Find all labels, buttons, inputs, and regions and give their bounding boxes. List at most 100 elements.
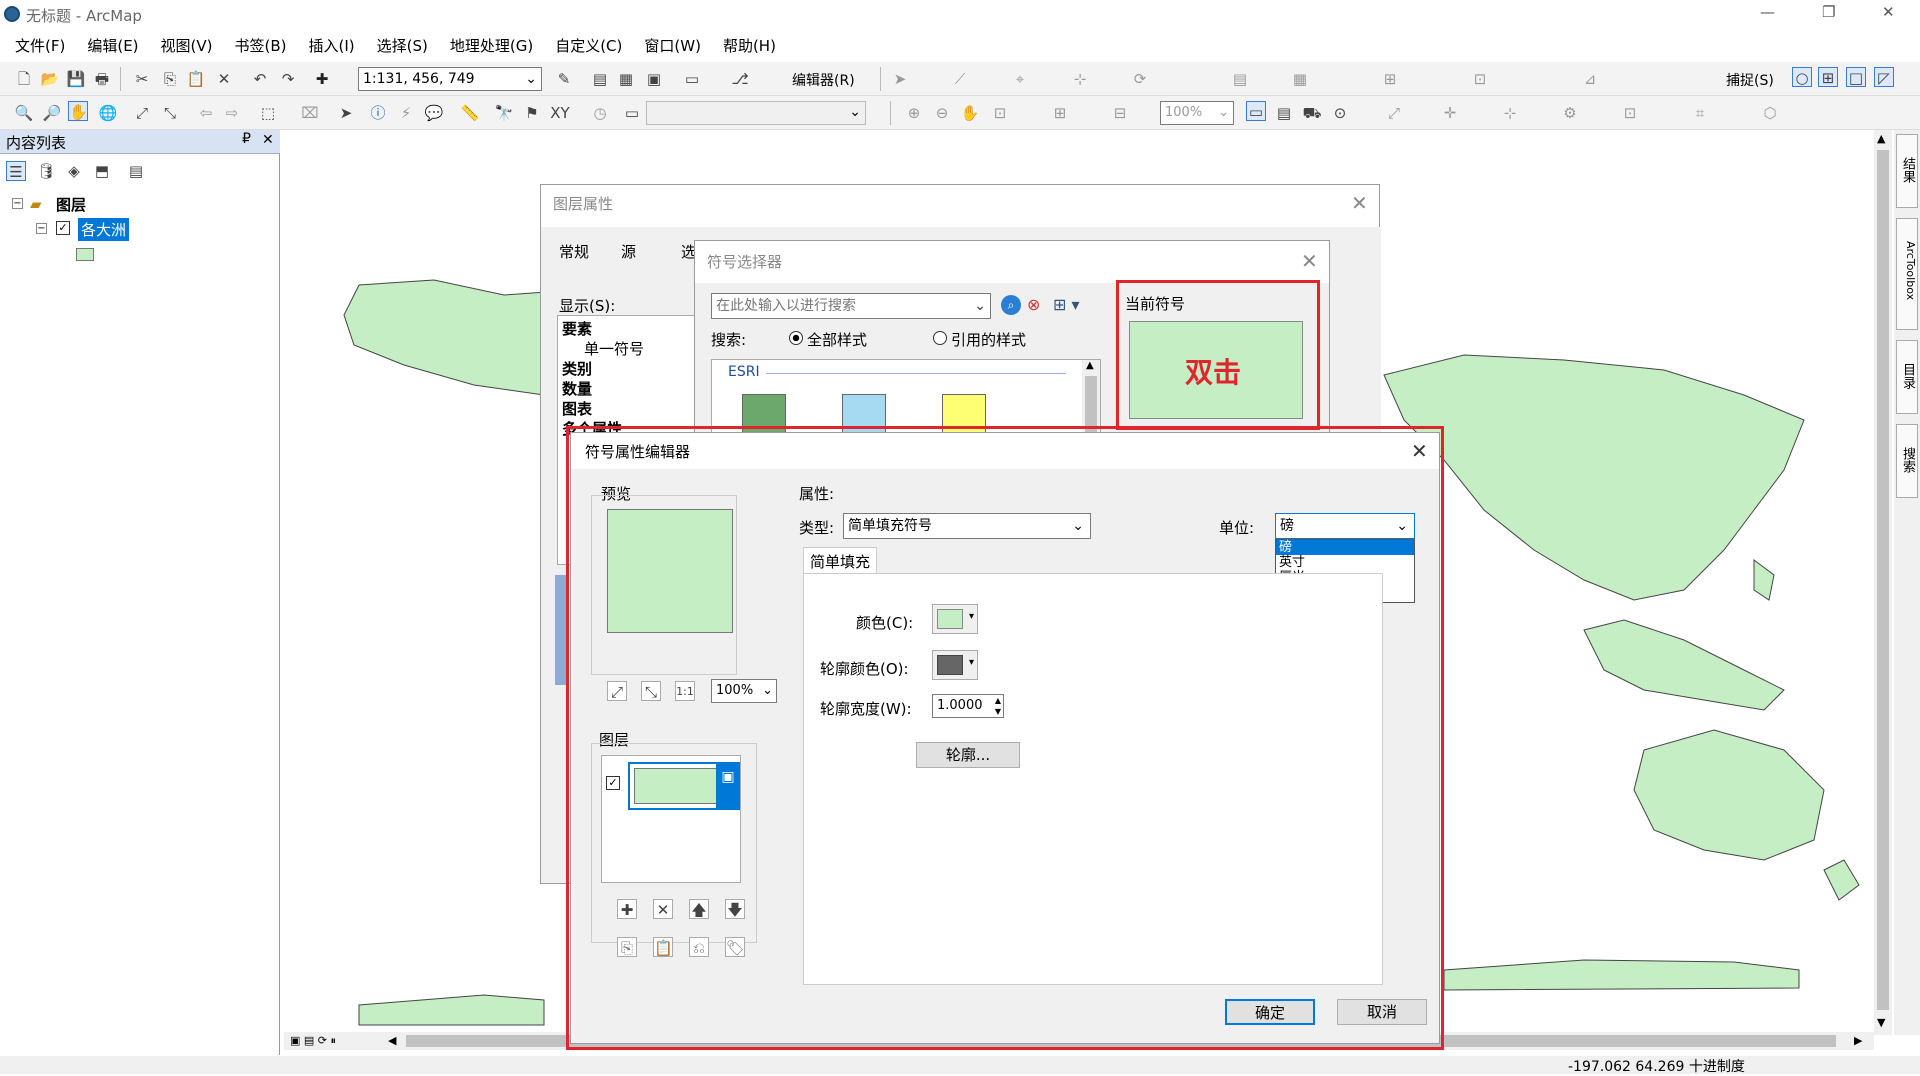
model-builder-icon[interactable]: ⎇ [730, 69, 750, 89]
cogo-icon[interactable]: ⌗ [1690, 103, 1710, 123]
new-document-icon[interactable]: 🗋 [14, 69, 34, 89]
split-icon[interactable]: ⊹ [1070, 69, 1090, 89]
layout-view-icon[interactable]: ▣ ▤ ⟳ ⏸ [290, 1034, 336, 1048]
restore-button[interactable]: ❐ [1822, 3, 1835, 21]
tree-collapse-layer-icon[interactable]: − [36, 223, 47, 234]
parcel-icon[interactable]: ⚙ [1560, 103, 1580, 123]
georef-zoom-icon[interactable]: ⊕ [904, 103, 924, 123]
toolbox-icon[interactable]: ▣ [644, 69, 664, 89]
zoom-in-icon[interactable]: 🔍 [14, 103, 34, 123]
redo-icon[interactable]: ↷ [278, 69, 298, 89]
spatial-adjust-icon[interactable]: ⬡ [1760, 103, 1780, 123]
data-driven-icon[interactable]: ⊙ [1330, 103, 1350, 123]
tree-categories[interactable]: 类别 [562, 358, 592, 379]
end-snap-icon[interactable]: ⊞ [1818, 67, 1838, 87]
layout-zoom-out-icon[interactable]: ⊡ [990, 103, 1010, 123]
radio-referenced-styles[interactable] [933, 331, 947, 345]
list-by-selection-icon[interactable]: ⬒ [92, 161, 112, 181]
dock-tab-results[interactable]: 结果 [1896, 134, 1918, 208]
tree-single-symbol[interactable]: 单一符号 [584, 338, 644, 359]
options-icon[interactable]: ▤ [126, 161, 146, 181]
print-icon[interactable]: 🖶 [92, 69, 112, 89]
viewer-icon[interactable]: ▭ [622, 103, 642, 123]
clear-selection-icon[interactable]: ⌧ [300, 103, 320, 123]
change-layout-icon[interactable]: ⛟ [1302, 103, 1322, 123]
html-popup-icon[interactable]: 💬 [424, 103, 444, 123]
scroll-up-icon[interactable]: ▲ [1877, 132, 1885, 145]
menu-geoprocessing[interactable]: 地理处理(G) [439, 31, 544, 60]
zoom-out-icon[interactable]: 🔎 [42, 103, 62, 123]
undo-icon[interactable]: ↶ [250, 69, 270, 89]
python-icon[interactable]: ▭ [682, 69, 702, 89]
sketch-props-icon[interactable]: ▦ [1290, 69, 1310, 89]
scroll-thumb-v[interactable] [1877, 150, 1889, 1010]
fixed-zoom-in-icon[interactable]: ⤢ [132, 103, 152, 123]
menu-view[interactable]: 视图(V) [150, 31, 224, 60]
tab-general[interactable]: 常规 [559, 241, 589, 262]
symbol-search-input[interactable]: 在此处输入以进行搜索 ⌄ [711, 293, 991, 319]
open-icon[interactable]: 📂 [40, 69, 60, 89]
topo-edit-icon[interactable]: ⤢ [1384, 103, 1404, 123]
layer-combo[interactable]: ⌄ [646, 101, 866, 125]
back-icon[interactable]: ⇦ [196, 103, 216, 123]
reshape-icon[interactable]: ⌖ [1010, 69, 1030, 89]
clear-search-icon[interactable]: ⊗ [1027, 295, 1040, 314]
select-features-icon[interactable]: ⬚ [258, 103, 278, 123]
georef-icon[interactable]: ⊡ [1470, 69, 1490, 89]
radio-referenced-styles-label[interactable]: 引用的样式 [951, 329, 1026, 350]
straight-segment-icon[interactable]: ⟋ [950, 69, 970, 89]
layout-full-icon[interactable]: ⊞ [1050, 103, 1070, 123]
toggle-draft-icon[interactable]: ▭ [1246, 101, 1266, 121]
measure-icon[interactable]: 📏 [460, 103, 480, 123]
dock-tab-arctoolbox[interactable]: ArcToolbox [1896, 218, 1918, 330]
scroll-left-icon[interactable]: ◀ [388, 1034, 396, 1047]
radio-all-styles[interactable] [789, 331, 803, 345]
topology-icon[interactable]: ⊞ [1380, 69, 1400, 89]
menu-customize[interactable]: 自定义(C) [544, 31, 633, 60]
edit-tool-icon[interactable]: ➤ [890, 69, 910, 89]
menu-windows[interactable]: 窗口(W) [633, 31, 712, 60]
select-elements-icon[interactable]: ➤ [336, 103, 356, 123]
layer-symbol-swatch[interactable] [76, 248, 94, 261]
editor-toolbar-icon[interactable]: ✎ [554, 69, 574, 89]
tree-charts[interactable]: 图表 [562, 398, 592, 419]
layout-zoom-combo[interactable]: 100% ⌄ [1160, 101, 1234, 125]
minimize-button[interactable]: — [1760, 3, 1775, 21]
utility-icon[interactable]: ⊡ [1620, 103, 1640, 123]
menu-selection[interactable]: 选择(S) [366, 31, 439, 60]
pan-icon[interactable]: ✋ [68, 101, 88, 121]
point-snap-icon[interactable]: ○ [1792, 67, 1812, 87]
tree-features[interactable]: 要素 [562, 318, 592, 339]
tab-source[interactable]: 源 [621, 241, 636, 262]
find-icon[interactable]: 🔭 [494, 103, 514, 123]
advanced-edit-icon[interactable]: ⊿ [1580, 69, 1600, 89]
tree-quantities[interactable]: 数量 [562, 378, 592, 399]
fixed-zoom-out-icon[interactable]: ⤡ [160, 103, 180, 123]
layout-zoom-in-icon[interactable]: ✋ [960, 103, 980, 123]
save-icon[interactable]: 💾 [66, 69, 86, 89]
georef-pan-icon[interactable]: ⊖ [932, 103, 952, 123]
scroll-down-icon[interactable]: ▼ [1877, 1016, 1885, 1029]
paste-icon[interactable]: 📋 [186, 69, 206, 89]
goto-xy-icon[interactable]: XY [550, 103, 570, 123]
scroll-right-icon[interactable]: ▶ [1854, 1034, 1862, 1047]
snapping-menu[interactable]: 捕捉(S) [1726, 70, 1774, 90]
edge-snap-icon[interactable]: ◸ [1874, 67, 1894, 87]
list-by-drawing-order-icon[interactable]: ☰ [6, 161, 26, 181]
menu-bookmarks[interactable]: 书签(B) [224, 31, 298, 60]
identify-icon[interactable]: ⓘ [368, 103, 388, 123]
search-icon[interactable]: ⌕ [1001, 295, 1021, 315]
attributes-icon[interactable]: ▤ [1230, 69, 1250, 89]
focus-frame-icon[interactable]: ▤ [1274, 103, 1294, 123]
close-window-button[interactable]: ✕ [1882, 3, 1895, 21]
scale-combo[interactable]: 1:131, 456, 749 ⌄ [358, 67, 542, 91]
layer-props-close-button[interactable]: ✕ [1351, 191, 1368, 215]
list-by-visibility-icon[interactable]: ◈ [64, 161, 84, 181]
delete-icon[interactable]: ✕ [214, 69, 234, 89]
vertical-scrollbar[interactable]: ▲ ▼ [1874, 130, 1892, 1035]
vertex-snap-icon[interactable]: □ [1846, 67, 1866, 87]
view-options-icon[interactable]: ⊞ ▾ [1053, 295, 1080, 314]
dock-tab-catalog[interactable]: 目录 [1896, 340, 1918, 414]
radio-all-styles-label[interactable]: 全部样式 [807, 329, 867, 350]
symbol-selector-close-button[interactable]: ✕ [1301, 249, 1318, 273]
